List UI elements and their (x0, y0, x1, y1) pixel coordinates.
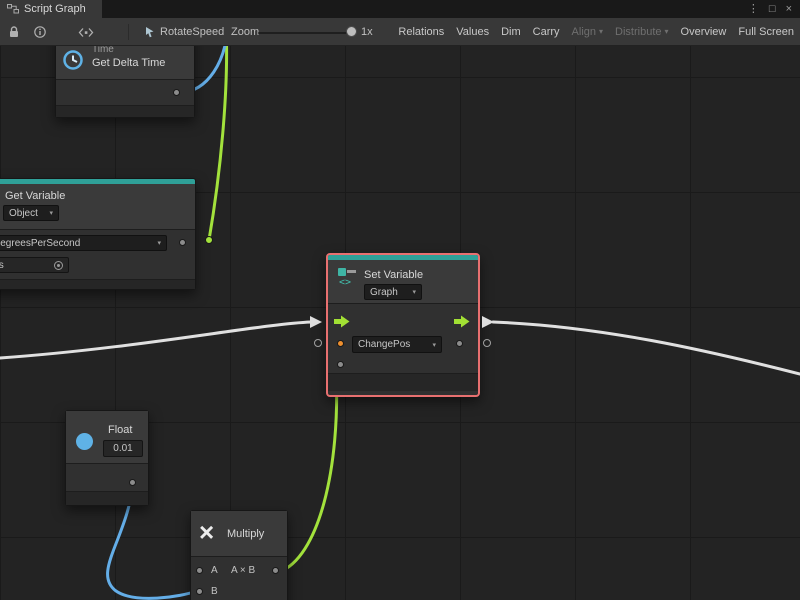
flow-arrow-out-marker (482, 316, 494, 328)
dim-button[interactable]: Dim (495, 18, 527, 45)
flow-output-port[interactable] (454, 315, 470, 328)
chevron-down-icon: ▾ (665, 27, 669, 36)
connected-value-port-marker[interactable] (205, 236, 213, 244)
graph-name-label: RotateSpeed (160, 26, 224, 38)
tab-bar: Script Graph ⋮ □ × (0, 0, 800, 18)
maximize-icon[interactable]: □ (769, 4, 776, 15)
value-output-port[interactable] (456, 340, 463, 347)
zoom-slider-track[interactable] (258, 32, 350, 34)
node-float[interactable]: Float 0.01 (65, 410, 149, 506)
node-category: Time (92, 46, 114, 55)
embed-code-icon[interactable] (78, 27, 94, 38)
node-body (66, 463, 148, 491)
chevron-down-icon: ▾ (599, 27, 603, 36)
graph-canvas[interactable]: Time Get Delta Time Get Variable Object▾… (0, 46, 800, 600)
chevron-down-icon: ▾ (49, 209, 53, 217)
node-title: Set Variable (364, 269, 423, 281)
node-title: Get Delta Time (92, 57, 165, 69)
graph-asset-icon (144, 26, 156, 38)
port-label-b: B (211, 586, 218, 597)
node-get-delta-time[interactable]: Time Get Delta Time (55, 46, 195, 118)
distribute-button[interactable]: Distribute▾ (609, 18, 674, 45)
float-output-port[interactable] (129, 479, 136, 486)
variable-scope-dropdown[interactable]: Graph▾ (364, 284, 422, 300)
delta-time-output-port[interactable] (173, 89, 180, 96)
zoom-label: Zoom (231, 26, 259, 38)
window-controls: ⋮ □ × (748, 0, 800, 18)
clock-icon (62, 49, 84, 71)
value-port-ring-left[interactable] (314, 339, 322, 347)
flow-connection-out[interactable] (493, 322, 800, 374)
variable-name-dropdown[interactable]: otationDegreesPerSecond▾ (0, 235, 167, 251)
multiply-input-b-port[interactable] (196, 588, 203, 595)
unity-script-graph-window: Script Graph ⋮ □ × RotateSpeed Zoom (0, 0, 800, 600)
toolbar-buttons: Relations Values Dim Carry Align▾ Distri… (392, 18, 800, 45)
values-button[interactable]: Values (450, 18, 495, 45)
fallback-input-port[interactable] (337, 361, 344, 368)
close-icon[interactable]: × (786, 4, 792, 15)
flow-connection-in[interactable] (0, 322, 311, 358)
node-get-variable[interactable]: Get Variable Object▾ otationDegreesPerSe… (0, 178, 196, 290)
node-title: Float (108, 424, 132, 436)
multiply-output-port[interactable] (272, 567, 279, 574)
set-variable-icon: <> (336, 265, 358, 287)
float-value-input[interactable]: 0.01 (103, 440, 143, 457)
svg-text:<>: <> (339, 277, 351, 287)
get-variable-output-port[interactable] (179, 239, 186, 246)
chevron-down-icon: ▾ (432, 341, 436, 349)
toolbar-separator (128, 24, 129, 40)
port-label-a: A (211, 565, 218, 576)
tab-title: Script Graph (24, 3, 86, 15)
node-footer (328, 373, 478, 391)
node-set-variable[interactable]: <> Set Variable Graph▾ ChangePos▾ (326, 253, 480, 397)
zoom-value: 1x (361, 26, 373, 38)
node-body (191, 556, 287, 600)
tab-script-graph[interactable]: Script Graph (0, 0, 102, 18)
port-label-result: A × B (231, 565, 255, 576)
value-input-port[interactable] (337, 340, 344, 347)
overview-button[interactable]: Overview (675, 18, 733, 45)
float-literal-icon (76, 433, 93, 450)
node-multiply[interactable]: × Multiply A A × B B (190, 510, 288, 600)
chevron-down-icon: ▾ (412, 288, 416, 296)
node-title: Multiply (227, 528, 264, 540)
value-port-ring-right[interactable] (483, 339, 491, 347)
flow-arrow-in-marker (310, 316, 322, 328)
chevron-down-icon: ▾ (157, 239, 161, 247)
graph-toolbar: RotateSpeed Zoom 1x Relations Values Dim… (0, 18, 800, 46)
node-title: Get Variable (5, 190, 65, 202)
multiply-icon: × (199, 519, 214, 545)
info-icon[interactable] (34, 26, 46, 38)
node-footer (0, 279, 195, 289)
full-screen-button[interactable]: Full Screen (732, 18, 800, 45)
carry-button[interactable]: Carry (527, 18, 566, 45)
align-button[interactable]: Align▾ (566, 18, 609, 45)
lock-icon[interactable] (8, 25, 20, 38)
zoom-slider-handle[interactable] (346, 26, 357, 37)
script-graph-icon (7, 4, 19, 14)
variable-target-field[interactable]: his (0, 257, 69, 273)
kebab-menu-icon[interactable]: ⋮ (748, 4, 759, 15)
node-footer (66, 491, 148, 505)
relations-button[interactable]: Relations (392, 18, 450, 45)
variable-name-dropdown[interactable]: ChangePos▾ (352, 336, 442, 353)
flow-input-port[interactable] (334, 315, 350, 328)
object-picker-icon[interactable] (54, 261, 63, 270)
multiply-input-a-port[interactable] (196, 567, 203, 574)
node-footer (56, 105, 194, 117)
variable-scope-dropdown[interactable]: Object▾ (3, 205, 59, 221)
